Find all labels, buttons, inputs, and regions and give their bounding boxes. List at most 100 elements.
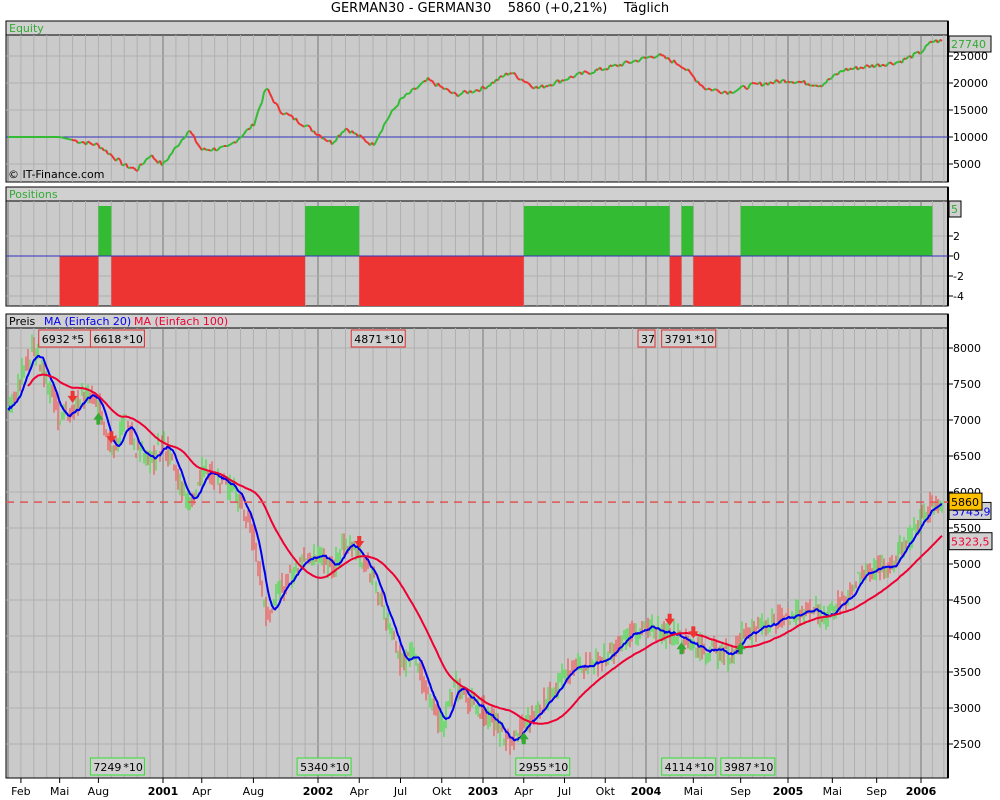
equity-segment <box>287 113 291 117</box>
sell-label-multiplier: *10 <box>695 333 715 346</box>
x-tick-label: Aug <box>88 785 109 798</box>
equity-segment <box>625 60 629 64</box>
equity-segment <box>737 87 741 91</box>
equity-segment <box>879 64 883 68</box>
equity-segment <box>229 142 233 146</box>
equity-segment <box>333 139 337 143</box>
y-tick-label: 15000 <box>953 104 988 117</box>
equity-segment <box>191 133 195 137</box>
equity-segment <box>297 121 301 126</box>
equity-segment <box>645 56 649 59</box>
equity-segment <box>815 84 819 88</box>
y-tick-label: 5000 <box>953 158 981 171</box>
x-tick-label: Okt <box>596 785 616 798</box>
sell-label-multiplier: *10 <box>123 333 142 346</box>
equity-segment <box>683 67 687 72</box>
y-tick-label: 3000 <box>953 702 981 715</box>
equity-segment <box>823 81 827 85</box>
ma20-legend: MA (Einfach 20) <box>44 315 131 328</box>
equity-segment <box>889 61 893 65</box>
equity-segment <box>677 63 681 67</box>
equity-segment <box>79 141 83 144</box>
position-bar <box>59 256 99 306</box>
equity-segment <box>873 64 877 69</box>
equity-segment <box>793 81 797 85</box>
position-bar <box>693 256 741 306</box>
sell-label-multiplier: *10 <box>384 333 404 346</box>
x-tick-label: Sep <box>730 785 751 798</box>
equity-last-value: 27740 <box>951 38 986 51</box>
sell-label-multiplier: *5 <box>72 333 85 346</box>
equity-segment <box>323 137 327 142</box>
equity-segment <box>361 136 365 140</box>
buy-label: 7249 <box>93 761 121 774</box>
price-legend: Preis <box>9 315 36 328</box>
x-tick-label: Jul <box>393 785 407 798</box>
positions-last-value: 5 <box>951 203 958 216</box>
y-tick-label: 0 <box>953 250 960 263</box>
equity-segment <box>731 91 735 95</box>
equity-segment <box>395 104 399 108</box>
equity-segment <box>445 87 449 91</box>
x-tick-label: Okt <box>432 785 452 798</box>
equity-segment <box>631 60 635 64</box>
y-tick-label: -4 <box>953 290 964 303</box>
sell-label: 6618 <box>93 333 121 346</box>
equity-segment <box>807 83 811 87</box>
x-tick-label: 2004 <box>631 785 662 798</box>
sell-label: 3791 <box>665 333 693 346</box>
equity-segment <box>341 130 345 134</box>
y-tick-label: 4500 <box>953 594 981 607</box>
equity-title: Equity <box>9 22 44 35</box>
equity-segment <box>739 85 743 89</box>
y-tick-label: 7000 <box>953 414 981 427</box>
ma100-last-value: 5323,5 <box>951 536 990 549</box>
chart-canvas[interactable]: 500010000150002000025000Equity© IT-Finan… <box>0 0 1000 800</box>
x-tick-label: 2003 <box>468 785 499 798</box>
equity-segment <box>525 81 529 84</box>
x-tick-label: Jul <box>557 785 571 798</box>
position-bar <box>305 206 360 256</box>
buy-label: 3987 <box>724 761 752 774</box>
equity-segment <box>729 90 733 94</box>
buy-label-multiplier: *10 <box>695 761 715 774</box>
equity-segment <box>141 162 145 166</box>
position-bar <box>740 206 933 256</box>
x-tick-label: Apr <box>350 785 370 798</box>
equity-segment <box>655 54 659 58</box>
position-bar <box>111 256 306 306</box>
y-tick-label: 5000 <box>953 558 981 571</box>
equity-segment <box>681 66 685 70</box>
equity-segment <box>569 75 573 78</box>
equity-segment <box>285 112 289 116</box>
position-bar <box>98 206 112 256</box>
equity-segment <box>939 38 943 42</box>
equity-segment <box>629 61 633 65</box>
x-tick-label: Apr <box>514 785 534 798</box>
equity-segment <box>443 87 447 91</box>
equity-segment <box>457 93 461 98</box>
y-tick-label: 6500 <box>953 450 981 463</box>
equity-segment <box>611 64 615 68</box>
equity-segment <box>169 152 173 156</box>
x-tick-label: Sep <box>866 785 887 798</box>
equity-segment <box>791 80 795 85</box>
x-tick-label: Aug <box>243 785 264 798</box>
equity-segment <box>551 83 555 87</box>
equity-segment <box>829 76 833 81</box>
y-tick-label: 3500 <box>953 666 981 679</box>
buy-label-multiplier: *10 <box>754 761 774 774</box>
position-bar <box>681 206 694 256</box>
equity-header <box>5 20 949 36</box>
x-tick-label: 2006 <box>906 785 937 798</box>
equity-segment <box>643 56 647 59</box>
equity-segment <box>761 83 765 87</box>
sell-label: 6932 <box>42 333 70 346</box>
equity-segment <box>147 155 151 160</box>
equity-segment <box>537 86 541 90</box>
equity-segment <box>239 135 243 139</box>
equity-segment <box>847 67 851 72</box>
equity-segment <box>637 59 641 63</box>
equity-segment <box>453 91 457 95</box>
equity-segment <box>365 140 369 144</box>
